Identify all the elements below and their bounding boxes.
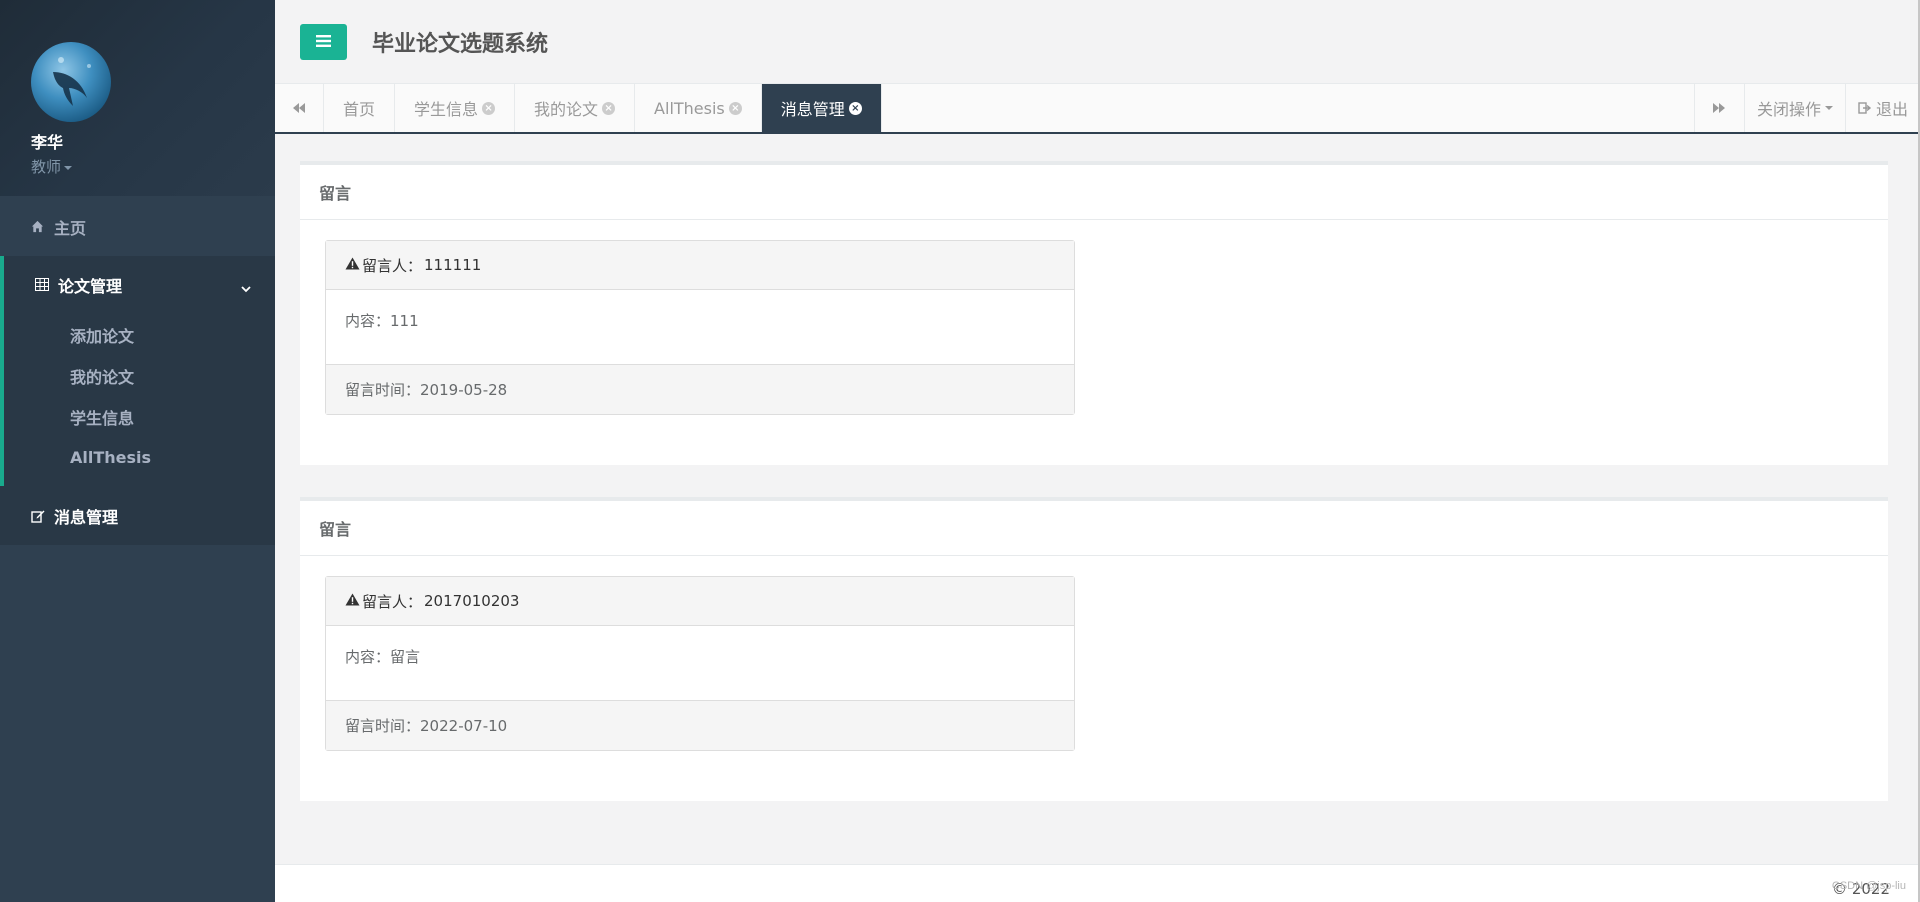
tab-label: 消息管理	[780, 100, 845, 119]
tab-messages[interactable]: 消息管理 ×	[761, 84, 882, 132]
tab-label: AllThesis	[654, 98, 725, 118]
tab-label: 我的论文	[534, 100, 599, 119]
sidebar: 李华 教师 主页 论文管理 添加论文 我的论文 学生信息 AllThesis 消…	[0, 0, 275, 902]
sidebar-subitem-student-info[interactable]: 学生信息	[4, 396, 275, 437]
sender-label: 留言人：	[362, 256, 423, 275]
card-title: 留言	[300, 165, 1888, 220]
card-title: 留言	[300, 501, 1888, 556]
panel-footer: 留言时间： 2019-05-28	[326, 364, 1074, 414]
sidebar-item-label: 消息管理	[54, 507, 119, 527]
tab-student-info[interactable]: 学生信息 ×	[395, 84, 516, 132]
panel-heading: 留言人： 2017010203	[326, 577, 1074, 626]
close-icon[interactable]: ×	[602, 101, 616, 115]
tab-home[interactable]: 首页	[324, 84, 396, 132]
logout-button[interactable]: 退出	[1844, 84, 1920, 132]
message-card: 留言 留言人： 111111 内容：111 留言时间： 2019-05-28	[300, 161, 1888, 465]
warning-icon	[345, 592, 360, 610]
tab-my-thesis[interactable]: 我的论文 ×	[515, 84, 636, 132]
time-label: 留言时间：	[345, 381, 421, 399]
tab-label: 首页	[343, 100, 376, 119]
app-title: 毕业论文选题系统	[372, 31, 549, 57]
warning-icon	[345, 256, 360, 274]
sender-label: 留言人：	[362, 592, 423, 611]
tab-allthesis[interactable]: AllThesis ×	[635, 84, 762, 132]
close-icon[interactable]: ×	[728, 101, 742, 115]
content-label: 内容：	[345, 312, 391, 330]
menu-toggle-button[interactable]	[300, 23, 347, 60]
sender-value: 2017010203	[424, 592, 520, 610]
profile-name: 李华	[31, 133, 64, 152]
sidebar-item-label: 论文管理	[58, 277, 123, 296]
caret-down-icon	[1824, 106, 1833, 110]
sidebar-subitem-add-thesis[interactable]: 添加论文	[4, 314, 275, 355]
content-value: 111	[390, 312, 419, 330]
message-panel: 留言人： 111111 内容：111 留言时间： 2019-05-28	[325, 240, 1075, 415]
chevron-down-icon	[241, 278, 251, 297]
home-icon	[31, 220, 45, 234]
time-label: 留言时间：	[345, 717, 421, 735]
content-label: 内容：	[345, 648, 391, 666]
tab-scroll-left-button[interactable]	[275, 84, 324, 132]
sender-value: 111111	[424, 256, 482, 274]
panel-footer: 留言时间： 2022-07-10	[326, 700, 1074, 750]
sidebar-item-home[interactable]: 主页	[0, 198, 275, 256]
time-value: 2022-07-10	[420, 716, 508, 735]
sidebar-group-thesis: 论文管理 添加论文 我的论文 学生信息 AllThesis	[0, 256, 275, 486]
avatar[interactable]	[31, 42, 111, 122]
message-card: 留言 留言人： 2017010203 内容：留言 留言时间： 2022-07-10	[300, 497, 1888, 801]
sidebar-subitem-allthesis[interactable]: AllThesis	[4, 437, 275, 478]
logout-label: 退出	[1875, 100, 1908, 119]
main-content: 留言 留言人： 111111 内容：111 留言时间： 2019-05-28 留言	[275, 136, 1920, 864]
page-footer: © 2022 CSDN @jsp-liu	[275, 864, 1920, 902]
sign-out-icon	[1858, 99, 1872, 118]
sidebar-item-messages[interactable]: 消息管理	[0, 486, 275, 545]
close-icon[interactable]: ×	[848, 101, 862, 115]
close-operations-dropdown[interactable]: 关闭操作	[1743, 84, 1845, 132]
close-icon[interactable]: ×	[482, 101, 496, 115]
close-operations-label: 关闭操作	[1756, 100, 1821, 119]
sidebar-item-label: 主页	[54, 219, 87, 238]
forward-icon	[1712, 99, 1726, 118]
role-label: 教师	[31, 158, 62, 176]
top-header: 毕业论文选题系统	[275, 0, 1920, 84]
panel-heading: 留言人： 111111	[326, 241, 1074, 290]
edit-icon	[31, 509, 45, 523]
watermark-text: CSDN @jsp-liu	[1831, 880, 1906, 892]
table-icon	[35, 278, 49, 292]
hamburger-icon	[316, 32, 331, 51]
message-panel: 留言人： 2017010203 内容：留言 留言时间： 2022-07-10	[325, 576, 1075, 751]
panel-body: 内容：111	[326, 290, 1074, 364]
panel-body: 内容：留言	[326, 626, 1074, 700]
tab-scroll-right-button[interactable]	[1693, 84, 1744, 132]
tab-label: 学生信息	[414, 100, 479, 119]
sidebar-item-thesis-management[interactable]: 论文管理	[4, 256, 275, 314]
role-dropdown[interactable]: 教师	[31, 156, 275, 177]
time-value: 2019-05-28	[420, 380, 508, 399]
sidebar-subitem-my-thesis[interactable]: 我的论文	[4, 355, 275, 396]
profile-header: 李华 教师	[0, 0, 275, 196]
tabs-bar: 首页 学生信息 × 我的论文 × AllThesis × 消息管理 × 关闭操作…	[275, 84, 1920, 134]
caret-down-icon	[64, 165, 73, 170]
backward-icon	[292, 99, 306, 118]
content-value: 留言	[390, 648, 421, 666]
